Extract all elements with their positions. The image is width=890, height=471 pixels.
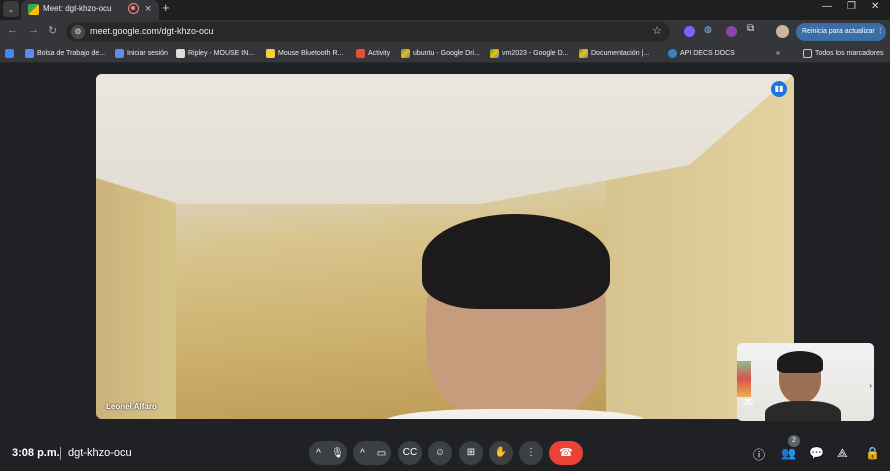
drive-icon xyxy=(579,49,588,58)
reload-icon[interactable]: ↻ xyxy=(48,24,57,37)
host-controls-icon[interactable]: 🔒 xyxy=(865,446,880,460)
bookmark-item[interactable]: API DECS DOCS xyxy=(668,47,735,60)
present-button[interactable]: ⊞ xyxy=(459,441,483,465)
people-icon[interactable]: 👥 xyxy=(781,446,796,460)
all-bookmarks-folder[interactable]: Todos los marcadores xyxy=(803,47,883,60)
bookmark-item[interactable]: Documentación |... xyxy=(579,47,649,60)
participant-name: Leonel Alfaro xyxy=(106,402,157,411)
bookmarks-bar: Bolsa de Trabajo de... Iniciar sesión Ri… xyxy=(0,44,890,63)
drive-icon xyxy=(490,49,499,58)
hand-icon: ✋ xyxy=(494,447,508,458)
extension-icon[interactable] xyxy=(726,26,737,37)
bookmark-item[interactable]: Mouse Bluetooth R... xyxy=(266,47,343,60)
bookmark-icon xyxy=(668,49,677,58)
update-button[interactable]: Reinicia para actualizar ⋮ xyxy=(796,23,886,41)
browser-toolbar: ← → ↻ ⚙ meet.google.com/dgt-khzo-ocu ☆ ◍… xyxy=(0,20,890,44)
tile-more-icon[interactable]: › xyxy=(869,381,872,390)
recording-icon xyxy=(128,3,139,14)
microphone-control[interactable]: ^ 🎙 xyxy=(309,441,347,465)
raise-hand-button[interactable]: ✋ xyxy=(489,441,513,465)
activities-icon[interactable]: ⟁ xyxy=(837,446,848,461)
more-options-button[interactable]: ⋮ xyxy=(519,441,543,465)
meet-stage: ▮▮ Leonel Alfaro JC › xyxy=(0,64,890,437)
bookmark-icon xyxy=(115,49,124,58)
back-icon[interactable]: ← xyxy=(7,24,18,36)
tab-meet[interactable]: Meet: dgt-khzo-ocu × xyxy=(21,0,159,20)
bookmark-star-icon[interactable]: ☆ xyxy=(652,24,662,37)
new-tab-button[interactable]: + xyxy=(162,0,170,15)
bookmark-item[interactable]: Iniciar sesión xyxy=(115,47,168,60)
forward-icon[interactable]: → xyxy=(28,24,39,36)
meeting-controls: 3:08 p.m. dgt-khzo-ocu ^ 🎙 ^ ▭ CC ☺ ⊞ ✋ ⋮ … xyxy=(0,435,890,471)
tab-search-button[interactable]: ⌄ xyxy=(3,1,19,17)
bookmark-icon xyxy=(176,49,185,58)
present-screen-icon: ⊞ xyxy=(466,447,476,458)
microphone-icon[interactable]: 🎙 xyxy=(328,448,347,459)
meeting-code: dgt-khzo-ocu xyxy=(68,447,132,459)
video-background xyxy=(96,164,176,419)
bookmark-item[interactable]: Bolsa de Trabajo de... xyxy=(25,47,105,60)
participant-hair xyxy=(422,214,610,309)
extension-icon[interactable] xyxy=(684,26,695,37)
url-text: meet.google.com/dgt-khzo-ocu xyxy=(90,26,214,36)
window-close-icon[interactable]: ✕ xyxy=(871,1,879,12)
bookmark-item[interactable]: Ripley - MOUSE IN... xyxy=(176,47,254,60)
divider xyxy=(60,447,61,460)
hangup-icon: ☎ xyxy=(559,447,573,459)
more-bookmarks-icon[interactable]: » xyxy=(776,47,780,60)
meet-favicon-icon xyxy=(28,4,39,15)
minimize-icon[interactable]: — xyxy=(822,1,832,12)
chevron-up-icon[interactable]: ^ xyxy=(309,448,328,459)
chevron-down-icon: ⌄ xyxy=(7,4,15,14)
bookmark-item[interactable]: ubuntu - Google Dri... xyxy=(401,47,480,60)
self-hair xyxy=(777,351,823,373)
extensions-puzzle-icon[interactable]: ⧉ xyxy=(747,23,758,34)
restore-icon[interactable]: ❐ xyxy=(847,1,856,12)
bookmark-icon xyxy=(25,49,34,58)
bookmark-icon xyxy=(266,49,275,58)
apps-icon[interactable] xyxy=(5,47,14,60)
drive-icon xyxy=(401,49,410,58)
self-view-background xyxy=(737,361,751,397)
bookmark-item[interactable]: Activity xyxy=(356,47,390,60)
close-icon[interactable]: × xyxy=(145,2,151,16)
participant-count-badge: 2 xyxy=(788,435,800,447)
update-label: Reinicia para actualizar xyxy=(802,28,875,35)
profile-avatar[interactable] xyxy=(776,25,789,38)
self-view-tile[interactable]: JC › xyxy=(737,343,874,421)
audio-extension-icon[interactable]: ◍ xyxy=(704,24,715,35)
tab-title: Meet: dgt-khzo-ocu xyxy=(43,4,112,13)
captions-button[interactable]: CC xyxy=(398,441,422,465)
meeting-time: 3:08 p.m. xyxy=(12,447,60,459)
emoji-icon: ☺ xyxy=(434,447,446,458)
main-participant-tile[interactable]: ▮▮ Leonel Alfaro xyxy=(96,74,794,419)
chevron-up-icon[interactable]: ^ xyxy=(353,448,372,459)
camera-control[interactable]: ^ ▭ xyxy=(353,441,391,465)
address-bar[interactable]: ⚙ meet.google.com/dgt-khzo-ocu ☆ xyxy=(66,22,670,42)
site-info-icon[interactable]: ⚙ xyxy=(71,25,85,39)
meeting-info-icon[interactable]: ⓘ xyxy=(753,446,765,463)
bookmark-icon xyxy=(356,49,365,58)
leave-call-button[interactable]: ☎ xyxy=(549,441,583,465)
folder-icon xyxy=(803,49,812,58)
captions-icon: CC xyxy=(402,447,418,458)
speaking-indicator-icon: ▮▮ xyxy=(771,81,787,97)
camera-icon[interactable]: ▭ xyxy=(372,448,391,459)
bookmark-item[interactable]: vm2023 - Google D... xyxy=(490,47,569,60)
tab-strip: ⌄ Meet: dgt-khzo-ocu × + — ❐ ✕ xyxy=(0,0,890,20)
more-vert-icon: ⋮ xyxy=(526,447,536,458)
self-body xyxy=(765,401,841,421)
reactions-button[interactable]: ☺ xyxy=(428,441,452,465)
self-initials: JC xyxy=(743,398,754,407)
chat-icon[interactable]: 💬 xyxy=(809,446,824,460)
